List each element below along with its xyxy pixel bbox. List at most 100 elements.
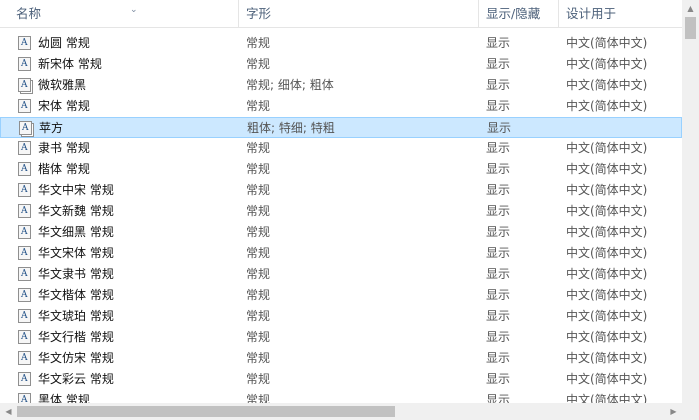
font-visibility: 显示 (486, 372, 511, 386)
font-visibility: 显示 (486, 393, 511, 403)
column-header-designed-for[interactable]: 设计用于 (560, 0, 682, 27)
column-header-name-label: 名称 (16, 6, 42, 21)
font-designed-for: 中文(简体中文) (566, 57, 648, 71)
font-name: 华文琥珀 常规 (38, 309, 114, 323)
font-row[interactable]: 隶书 常规 常规 显示 中文(简体中文) (0, 138, 682, 159)
font-style: 常规; 细体; 粗体 (246, 78, 334, 92)
scroll-left-arrow-icon[interactable]: ◀ (0, 403, 17, 420)
font-name: 华文彩云 常规 (38, 372, 114, 386)
font-designed-for: 中文(简体中文) (566, 246, 648, 260)
font-file-icon (18, 33, 31, 54)
column-header-style[interactable]: 字形 (240, 0, 478, 27)
font-file-icon (18, 327, 31, 348)
font-name: 华文行楷 常规 (38, 330, 114, 344)
font-style: 常规 (246, 141, 271, 155)
font-visibility: 显示 (486, 246, 511, 260)
font-file-icon (18, 285, 31, 306)
column-header-name[interactable]: 名称 ⌄ (10, 0, 238, 27)
font-file-icon (19, 118, 32, 139)
horizontal-scrollbar[interactable]: ◀ ▶ (0, 403, 682, 420)
font-file-icon (18, 222, 31, 243)
font-row[interactable]: 幼圆 常规 常规 显示 中文(简体中文) (0, 33, 682, 54)
font-style: 常规 (246, 36, 271, 50)
column-header-designed-for-label: 设计用于 (566, 6, 617, 21)
font-visibility: 显示 (487, 121, 512, 135)
font-row[interactable]: 华文细黑 常规 常规 显示 中文(简体中文) (0, 222, 682, 243)
font-name: 华文隶书 常规 (38, 267, 114, 281)
column-divider[interactable] (558, 0, 559, 27)
font-designed-for: 中文(简体中文) (566, 36, 648, 50)
font-visibility: 显示 (486, 183, 511, 197)
font-file-icon (18, 54, 31, 75)
font-file-icon (18, 180, 31, 201)
font-file-icon (18, 138, 31, 159)
column-divider[interactable] (238, 0, 239, 27)
font-name: 华文细黑 常规 (38, 225, 114, 239)
font-visibility: 显示 (486, 204, 511, 218)
font-name: 苹方 (39, 121, 64, 135)
font-name: 隶书 常规 (38, 141, 90, 155)
font-designed-for: 中文(简体中文) (566, 393, 648, 403)
font-visibility: 显示 (486, 78, 511, 92)
scroll-right-arrow-icon[interactable]: ▶ (665, 403, 682, 420)
vertical-scroll-thumb[interactable] (685, 17, 696, 39)
column-header-bar: 名称 ⌄ 字形 显示/隐藏 设计用于 (0, 0, 682, 28)
column-header-style-label: 字形 (246, 6, 272, 21)
font-name: 新宋体 常规 (38, 57, 102, 71)
font-style: 常规 (246, 288, 271, 302)
font-row[interactable]: 华文楷体 常规 常规 显示 中文(简体中文) (0, 285, 682, 306)
scrollbar-corner (682, 403, 699, 420)
font-style: 常规 (246, 99, 271, 113)
font-style: 常规 (246, 57, 271, 71)
font-designed-for: 中文(简体中文) (566, 225, 648, 239)
font-file-icon (18, 96, 31, 117)
font-visibility: 显示 (486, 267, 511, 281)
font-designed-for: 中文(简体中文) (566, 351, 648, 365)
font-file-icon (18, 243, 31, 264)
font-designed-for: 中文(简体中文) (566, 141, 648, 155)
font-list-view[interactable]: 名称 ⌄ 字形 显示/隐藏 设计用于 幼圆 常规常规显示中文(简体中文)新宋体 … (0, 0, 682, 403)
font-designed-for: 中文(简体中文) (566, 162, 648, 176)
font-designed-for: 中文(简体中文) (566, 330, 648, 344)
font-row[interactable]: 华文中宋 常规 常规 显示 中文(简体中文) (0, 180, 682, 201)
font-style: 常规 (246, 351, 271, 365)
font-name: 宋体 常规 (38, 99, 90, 113)
font-style: 常规 (246, 162, 271, 176)
chevron-down-icon: ⌄ (130, 5, 138, 15)
font-row[interactable]: 黑体 常规 常规 显示 中文(简体中文) (0, 390, 682, 403)
font-row[interactable]: 宋体 常规 常规 显示 中文(简体中文) (0, 96, 682, 117)
font-row[interactable]: 华文仿宋 常规 常规 显示 中文(简体中文) (0, 348, 682, 369)
font-row[interactable]: 华文琥珀 常规 常规 显示 中文(简体中文) (0, 306, 682, 327)
column-header-show-hide[interactable]: 显示/隐藏 (480, 0, 558, 27)
font-file-icon (18, 306, 31, 327)
font-visibility: 显示 (486, 162, 511, 176)
font-row[interactable]: 华文新魏 常规 常规 显示 中文(简体中文) (0, 201, 682, 222)
column-divider[interactable] (478, 0, 479, 27)
font-row[interactable]: 华文隶书 常规 常规 显示 中文(简体中文) (0, 264, 682, 285)
vertical-scrollbar[interactable]: ▲ (682, 0, 699, 403)
font-row[interactable]: 微软雅黑 常规; 细体; 粗体 显示 中文(简体中文) (0, 75, 682, 96)
font-row[interactable]: 华文彩云 常规 常规 显示 中文(简体中文) (0, 369, 682, 390)
font-designed-for: 中文(简体中文) (566, 267, 648, 281)
font-name: 华文中宋 常规 (38, 183, 114, 197)
font-style: 常规 (246, 225, 271, 239)
font-row[interactable]: 新宋体 常规 常规 显示 中文(简体中文) (0, 54, 682, 75)
scroll-up-arrow-icon[interactable]: ▲ (682, 0, 699, 17)
font-visibility: 显示 (486, 141, 511, 155)
font-style: 常规 (246, 267, 271, 281)
horizontal-scroll-thumb[interactable] (17, 406, 395, 417)
font-style: 常规 (246, 393, 271, 403)
font-row[interactable]: 楷体 常规 常规 显示 中文(简体中文) (0, 159, 682, 180)
font-name: 华文新魏 常规 (38, 204, 114, 218)
font-file-icon (18, 264, 31, 285)
font-visibility: 显示 (486, 57, 511, 71)
font-row[interactable]: 华文宋体 常规 常规 显示 中文(简体中文) (0, 243, 682, 264)
font-file-icon (18, 159, 31, 180)
font-name: 幼圆 常规 (38, 36, 90, 50)
font-row[interactable]: 华文行楷 常规 常规 显示 中文(简体中文) (0, 327, 682, 348)
font-name: 黑体 常规 (38, 393, 90, 403)
font-row[interactable]: 苹方 粗体; 特细; 特粗 显示 (0, 117, 682, 139)
font-visibility: 显示 (486, 225, 511, 239)
font-style: 常规 (246, 309, 271, 323)
font-visibility: 显示 (486, 351, 511, 365)
